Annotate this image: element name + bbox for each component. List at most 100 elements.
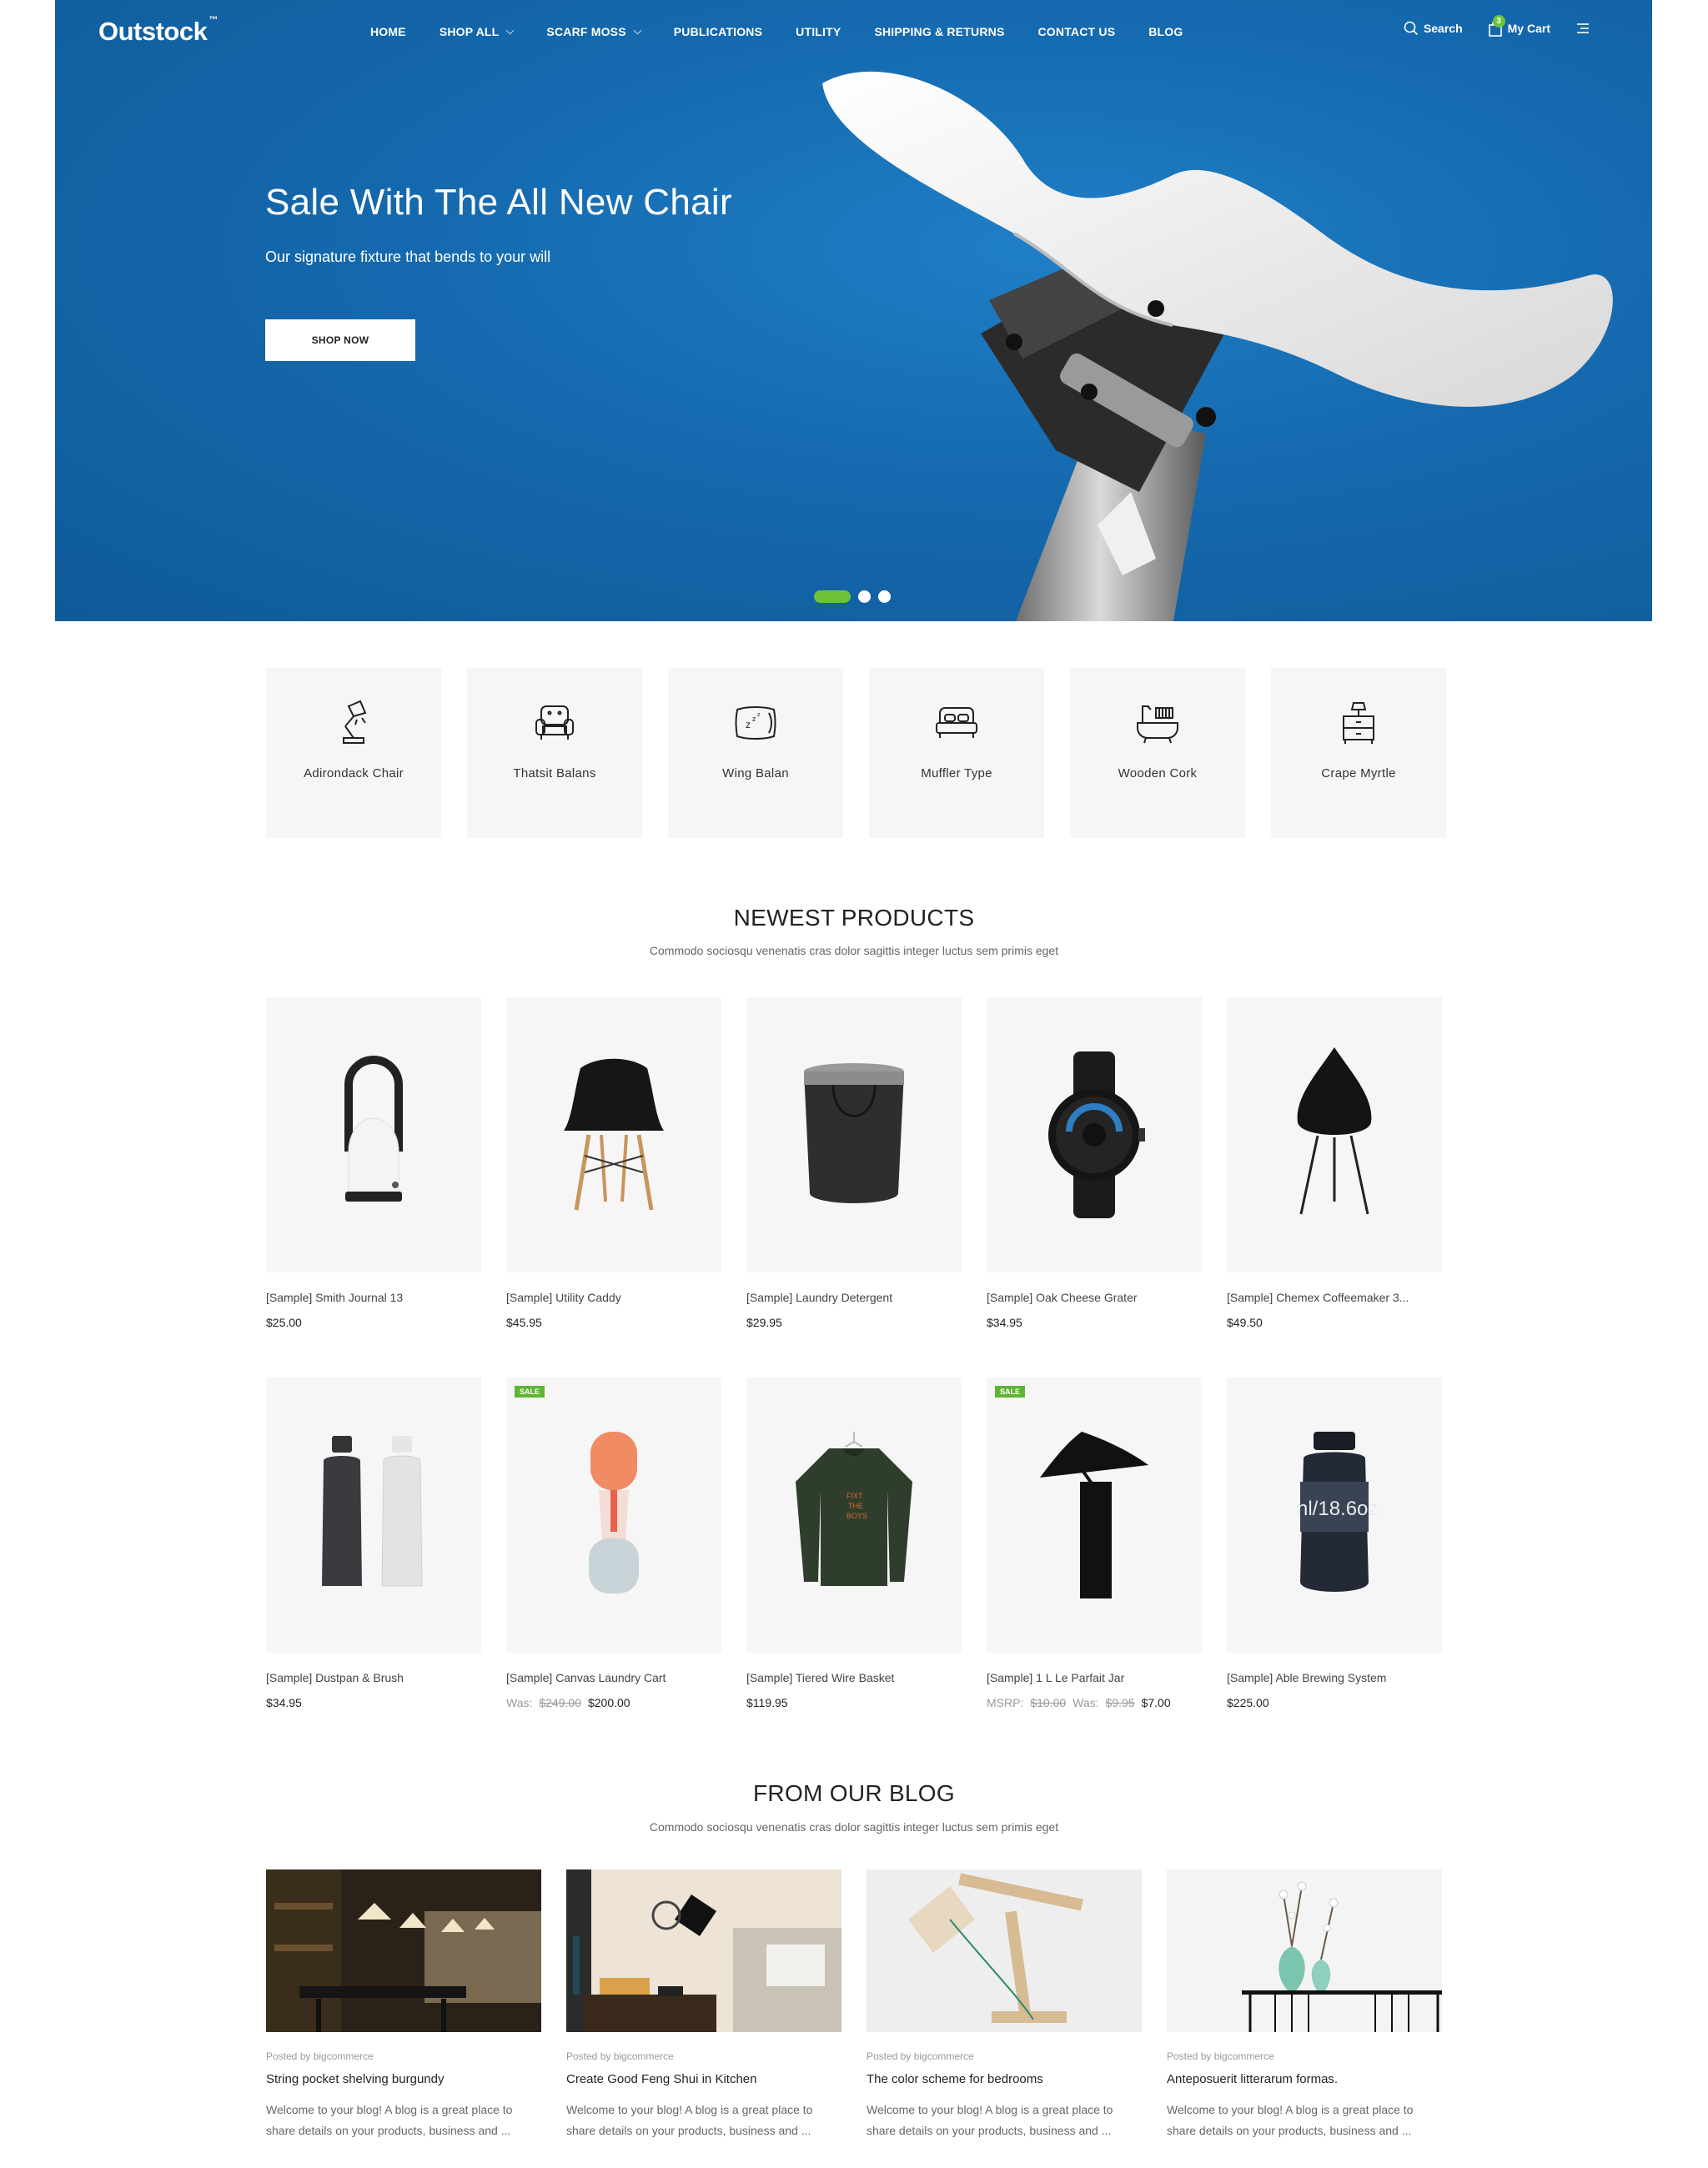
blog-post[interactable]: Posted by bigcommerce Create Good Feng S… — [566, 1869, 841, 2141]
nav-home[interactable]: HOME — [370, 25, 406, 38]
product-image[interactable] — [1227, 997, 1442, 1272]
product-price: $45.95 — [506, 1316, 542, 1329]
product-name[interactable]: [Sample] 1 L Le Parfait Jar — [987, 1671, 1202, 1684]
product-name[interactable]: [Sample] Canvas Laundry Cart — [506, 1671, 721, 1684]
svg-text:z: z — [746, 719, 751, 730]
product-image[interactable]: nl/18.6oz — [1227, 1378, 1442, 1653]
blog-post-title[interactable]: Anteposuerit litterarum formas. — [1167, 2072, 1442, 2086]
category-list: Adirondack Chair Thatsit Balans zzz Wing… — [266, 668, 1446, 838]
category-thatsit-balans[interactable]: Thatsit Balans — [467, 668, 642, 838]
kitchen-image — [266, 1869, 541, 2032]
product-image[interactable] — [506, 997, 721, 1272]
nav-shipping-returns[interactable]: SHIPPING & RETURNS — [874, 25, 1004, 38]
slider-dot-1[interactable] — [814, 590, 851, 603]
blog-post-title[interactable]: Create Good Feng Shui in Kitchen — [566, 2072, 841, 2086]
product-name[interactable]: [Sample] Chemex Coffeemaker 3... — [1227, 1291, 1442, 1304]
blog-excerpt: Welcome to your blog! A blog is a great … — [1167, 2103, 1414, 2137]
nav-publications[interactable]: PUBLICATIONS — [674, 25, 762, 38]
logo-text: Outstock — [98, 17, 208, 46]
category-wing-balan[interactable]: zzz Wing Balan — [668, 668, 843, 838]
product-card[interactable]: FIXT THE BOYS [Sample] Tiered Wire Basket … — [746, 1378, 962, 1758]
product-image[interactable]: FIXT THE BOYS — [746, 1378, 962, 1653]
blog-subtitle: Commodo sociosqu venenatis cras dolor sa… — [649, 1820, 1059, 1834]
svg-text:z: z — [757, 712, 761, 718]
product-card[interactable]: nl/18.6oz [Sample] Able Brewing System $… — [1227, 1378, 1442, 1758]
category-label: Thatsit Balans — [513, 766, 596, 780]
hero-subtitle: Our signature fixture that bends to your… — [265, 248, 551, 265]
blog-post-title[interactable]: The color scheme for bedrooms — [867, 2072, 1142, 2086]
blog-post[interactable]: Posted by bigcommerce The color scheme f… — [867, 1869, 1142, 2141]
basket-image — [804, 1063, 904, 1203]
nav-label: HOME — [370, 25, 406, 38]
product-name[interactable]: [Sample] Smith Journal 13 — [266, 1291, 481, 1304]
wooden-lamp-image — [867, 1869, 1142, 2032]
product-card[interactable]: SALE [Sample] 1 L Le Parfait Jar MSRP: $1… — [987, 1378, 1202, 1758]
product-card[interactable]: [Sample] Oak Cheese Grater $34.95 — [987, 997, 1202, 1378]
top-navigation: Outstock ™ HOME SHOP ALL SCARF MOSS PUBLI… — [55, 0, 1652, 65]
product-image[interactable] — [987, 997, 1202, 1272]
product-image[interactable]: SALE — [987, 1378, 1202, 1653]
blog-title: FROM OUR BLOG — [753, 1780, 955, 1806]
jar-image: nl/18.6oz — [1297, 1432, 1378, 1592]
product-image[interactable] — [746, 997, 962, 1272]
nav-utility[interactable]: UTILITY — [796, 25, 841, 38]
cart-label: My Cart — [1507, 22, 1550, 35]
nav-shop-all[interactable]: SHOP ALL — [440, 25, 515, 38]
product-card[interactable]: [Sample] Chemex Coffeemaker 3... $49.50 — [1227, 997, 1442, 1378]
product-price-row: Was: $249.00 $200.00 — [506, 1696, 721, 1709]
chair-image — [564, 1058, 664, 1211]
blog-image[interactable] — [266, 1869, 541, 2032]
category-adirondack-chair[interactable]: Adirondack Chair — [266, 668, 441, 838]
product-name[interactable]: [Sample] Dustpan & Brush — [266, 1671, 481, 1684]
shop-now-button[interactable]: SHOP NOW — [265, 319, 415, 361]
product-price: $200.00 — [587, 1696, 630, 1709]
product-card[interactable]: SALE [Sample] Canvas Laundry Cart Was: $2… — [506, 1378, 721, 1758]
product-name[interactable]: [Sample] Utility Caddy — [506, 1291, 721, 1304]
sale-badge: SALE — [515, 1386, 545, 1398]
blog-image[interactable] — [1167, 1869, 1442, 2032]
product-card[interactable]: [Sample] Smith Journal 13 $25.00 — [266, 997, 481, 1378]
logo[interactable]: Outstock ™ — [98, 15, 218, 47]
cart-button[interactable]: 3 My Cart — [1488, 15, 1550, 37]
blog-post[interactable]: Posted by bigcommerce Anteposuerit litte… — [1167, 1869, 1442, 2141]
slider-dot-2[interactable] — [858, 590, 871, 603]
category-muffler-type[interactable]: Muffler Type — [869, 668, 1044, 838]
product-image[interactable]: SALE — [506, 1378, 721, 1653]
search-button[interactable]: Search — [1404, 21, 1463, 36]
nav-contact-us[interactable]: CONTACT US — [1038, 25, 1116, 38]
product-price: $225.00 — [1227, 1696, 1269, 1709]
svg-text:FIXT: FIXT — [846, 1492, 863, 1500]
product-image[interactable] — [266, 1378, 481, 1653]
product-card[interactable]: [Sample] Laundry Detergent $29.95 — [746, 997, 962, 1378]
blog-post-title[interactable]: String pocket shelving burgundy — [266, 2072, 541, 2086]
main-nav: HOME SHOP ALL SCARF MOSS PUBLICATIONS UT… — [370, 25, 1216, 38]
nav-label: PUBLICATIONS — [673, 25, 763, 38]
menu-button[interactable] — [1575, 22, 1590, 35]
product-card[interactable]: [Sample] Dustpan & Brush $34.95 — [266, 1378, 481, 1758]
blog-post[interactable]: Posted by bigcommerce String pocket shel… — [266, 1869, 541, 2141]
nav-scarf-moss[interactable]: SCARF MOSS — [546, 25, 642, 38]
category-label: Wooden Cork — [1118, 766, 1198, 780]
product-price: $7.00 — [1141, 1696, 1171, 1709]
product-price: $49.50 — [1227, 1316, 1263, 1329]
product-price-row: $29.95 — [746, 1316, 962, 1329]
category-label: Adirondack Chair — [304, 766, 404, 780]
nav-blog[interactable]: BLOG — [1148, 25, 1183, 38]
product-name[interactable]: [Sample] Tiered Wire Basket — [746, 1671, 962, 1684]
category-crape-myrtle[interactable]: Crape Myrtle — [1271, 668, 1446, 838]
product-name[interactable]: [Sample] Oak Cheese Grater — [987, 1291, 1202, 1304]
menu-icon — [1577, 23, 1589, 33]
blog-image[interactable] — [867, 1869, 1142, 2032]
hero-chair-image — [822, 71, 1613, 621]
blog-image[interactable] — [566, 1869, 841, 2032]
product-name[interactable]: [Sample] Able Brewing System — [1227, 1671, 1442, 1684]
product-image[interactable] — [266, 997, 481, 1272]
slider-dot-3[interactable] — [878, 590, 891, 603]
category-wooden-cork[interactable]: Wooden Cork — [1070, 668, 1245, 838]
product-price: $29.95 — [746, 1316, 782, 1329]
product-price-row: $25.00 — [266, 1316, 481, 1329]
product-name[interactable]: [Sample] Laundry Detergent — [746, 1291, 962, 1304]
product-card[interactable]: [Sample] Utility Caddy $45.95 — [506, 997, 721, 1378]
blog-meta: Posted by bigcommerce — [1167, 2050, 1274, 2062]
category-label: Muffler Type — [921, 766, 992, 780]
